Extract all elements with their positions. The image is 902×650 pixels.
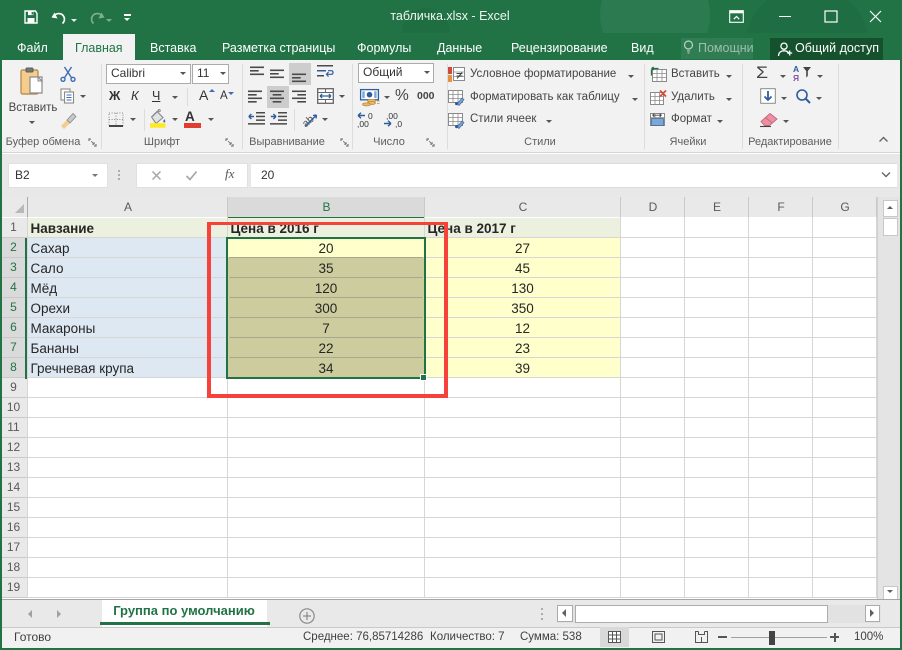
svg-text:,0: ,0 bbox=[395, 119, 402, 129]
svg-text:Я: Я bbox=[793, 73, 799, 83]
svg-text:,00: ,00 bbox=[357, 119, 369, 129]
